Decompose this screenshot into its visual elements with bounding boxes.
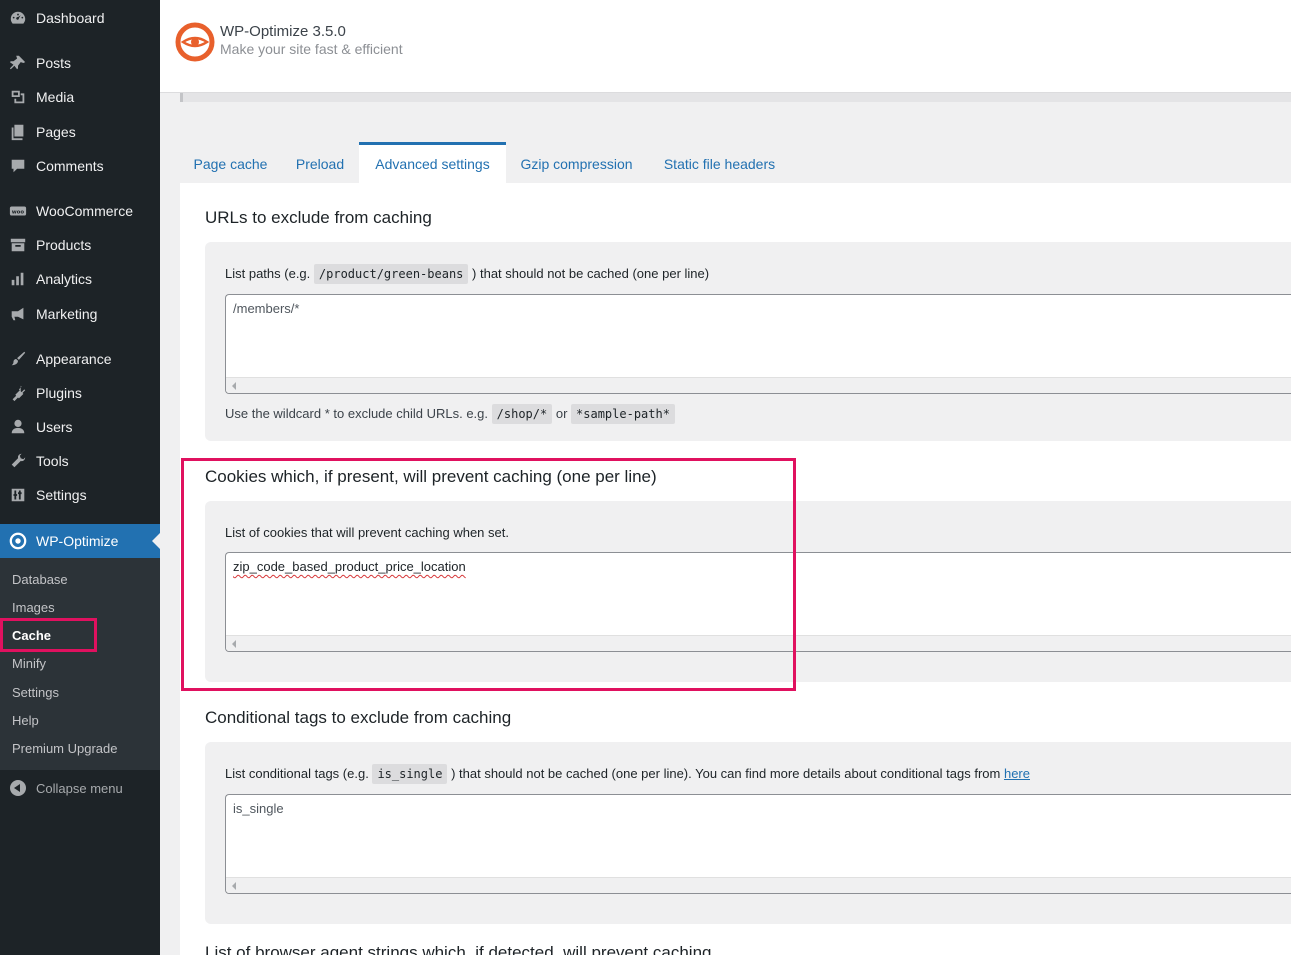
tab-page-cache[interactable]: Page cache bbox=[180, 142, 281, 183]
svg-text:woo: woo bbox=[12, 210, 25, 216]
conditional-tags-section-title: Conditional tags to exclude from caching bbox=[205, 708, 512, 727]
sidebar-item-dashboard[interactable]: Dashboard bbox=[0, 1, 160, 35]
sidebar-item-label: Dashboard bbox=[36, 10, 105, 26]
hint-or: or bbox=[555, 406, 568, 421]
conditional-horizontal-scrollbar[interactable] bbox=[226, 877, 1291, 893]
sidebar-item-label: Tools bbox=[36, 453, 69, 469]
tab-advanced-settings[interactable]: Advanced settings bbox=[359, 142, 506, 183]
paintbrush-icon bbox=[0, 350, 36, 368]
sidebar-item-media[interactable]: Media bbox=[0, 80, 160, 114]
conditional-tags-docs-link[interactable]: here bbox=[1004, 766, 1030, 781]
sidebar-item-wp-optimize[interactable]: WP-Optimize bbox=[0, 524, 160, 558]
urls-label-suffix: ) that should not be cached (one per lin… bbox=[472, 266, 710, 281]
conditional-tags-settings-box: List conditional tags (e.g. is_single ) … bbox=[205, 742, 1291, 924]
sidebar-item-label: Plugins bbox=[36, 385, 82, 401]
tab-preload[interactable]: Preload bbox=[281, 142, 359, 183]
bar-chart-icon bbox=[0, 270, 36, 288]
sidebar-item-marketing[interactable]: Marketing bbox=[0, 297, 160, 331]
submenu-item-premium-upgrade[interactable]: Premium Upgrade bbox=[12, 741, 118, 756]
hint-example-shop: /shop/* bbox=[491, 404, 553, 424]
hint-prefix: Use the wildcard * to exclude child URLs… bbox=[225, 406, 489, 421]
sidebar-item-label: Appearance bbox=[36, 351, 112, 367]
urls-settings-box: List paths (e.g. /product/green-beans ) … bbox=[205, 242, 1291, 441]
megaphone-icon bbox=[0, 305, 36, 323]
collapse-arrow-icon bbox=[0, 780, 36, 796]
sidebar-item-label: WP-Optimize bbox=[36, 533, 119, 549]
scroll-left-icon bbox=[232, 882, 236, 890]
sidebar-item-label: Posts bbox=[36, 55, 72, 71]
cache-highlight-frame bbox=[0, 618, 97, 652]
submenu-item-settings[interactable]: Settings bbox=[12, 685, 59, 700]
collapse-menu-button[interactable]: Collapse menu bbox=[0, 776, 160, 800]
admin-sidebar: Dashboard Posts Media Pages Comments woo… bbox=[0, 0, 160, 955]
cache-tabs: Page cache Preload Advanced settings Gzi… bbox=[180, 142, 1291, 183]
current-menu-arrow bbox=[152, 533, 160, 549]
plugin-title: WP-Optimize 3.5.0 bbox=[220, 23, 346, 40]
urls-field-label: List paths (e.g. /product/green-beans ) … bbox=[225, 264, 710, 284]
sidebar-item-label: Settings bbox=[36, 487, 87, 503]
sidebar-item-label: WooCommerce bbox=[36, 203, 133, 219]
plugin-icon bbox=[0, 384, 36, 402]
conditional-label-suffix: ) that should not be cached (one per lin… bbox=[451, 766, 1001, 781]
sidebar-item-label: Products bbox=[36, 237, 92, 253]
plugin-header: WP-Optimize 3.5.0 Make your site fast & … bbox=[160, 0, 1291, 93]
pin-icon bbox=[0, 54, 36, 72]
wp-optimize-submenu: Database Images Cache Minify Settings He… bbox=[0, 558, 160, 770]
sidebar-item-label: Users bbox=[36, 419, 73, 435]
urls-textarea-value: /members/* bbox=[233, 301, 300, 316]
scroll-left-icon bbox=[232, 382, 236, 390]
hint-example-sample-path: *sample-path* bbox=[571, 404, 675, 424]
conditional-example-code: is_single bbox=[372, 764, 448, 784]
sidebar-item-label: Marketing bbox=[36, 306, 98, 322]
sidebar-item-label: Comments bbox=[36, 158, 104, 174]
wp-optimize-logo bbox=[175, 22, 215, 62]
sidebar-item-plugins[interactable]: Plugins bbox=[0, 376, 160, 410]
tab-gzip-compression[interactable]: Gzip compression bbox=[506, 142, 647, 183]
submenu-item-database[interactable]: Database bbox=[12, 572, 68, 587]
wrench-icon bbox=[0, 452, 36, 470]
sliders-icon bbox=[0, 486, 36, 504]
submenu-item-images[interactable]: Images bbox=[12, 600, 55, 615]
conditional-label-prefix: List conditional tags (e.g. bbox=[225, 766, 369, 781]
conditional-tags-field-label: List conditional tags (e.g. is_single ) … bbox=[225, 764, 1030, 784]
sidebar-item-users[interactable]: Users bbox=[0, 410, 160, 444]
wp-optimize-icon bbox=[0, 532, 36, 550]
media-icon bbox=[0, 88, 36, 106]
users-icon bbox=[0, 418, 36, 436]
sidebar-item-comments[interactable]: Comments bbox=[0, 149, 160, 183]
collapse-menu-label: Collapse menu bbox=[36, 780, 123, 796]
tab-static-file-headers[interactable]: Static file headers bbox=[647, 142, 792, 183]
sidebar-item-label: Media bbox=[36, 89, 75, 105]
sidebar-item-pages[interactable]: Pages bbox=[0, 115, 160, 149]
sidebar-item-label: Pages bbox=[36, 124, 76, 140]
urls-wildcard-hint: Use the wildcard * to exclude child URLs… bbox=[225, 404, 675, 424]
urls-label-prefix: List paths (e.g. bbox=[225, 266, 311, 281]
urls-horizontal-scrollbar[interactable] bbox=[226, 377, 1291, 393]
urls-example-code: /product/green-beans bbox=[313, 264, 469, 284]
dashboard-icon bbox=[0, 9, 36, 27]
sidebar-item-products[interactable]: Products bbox=[0, 228, 160, 262]
sidebar-item-settings[interactable]: Settings bbox=[0, 478, 160, 512]
cookies-highlight-frame bbox=[181, 458, 796, 691]
sidebar-item-posts[interactable]: Posts bbox=[0, 46, 160, 80]
sidebar-item-appearance[interactable]: Appearance bbox=[0, 342, 160, 376]
pages-icon bbox=[0, 123, 36, 141]
sidebar-item-label: Analytics bbox=[36, 271, 93, 287]
plugin-subtitle: Make your site fast & efficient bbox=[220, 41, 403, 57]
submenu-item-help[interactable]: Help bbox=[12, 713, 39, 728]
comments-icon bbox=[0, 157, 36, 175]
conditional-tags-textarea[interactable]: is_single bbox=[225, 794, 1291, 894]
sidebar-item-woocommerce[interactable]: woo WooCommerce bbox=[0, 194, 160, 228]
urls-exclude-textarea[interactable]: /members/* bbox=[225, 294, 1291, 394]
submenu-item-minify[interactable]: Minify bbox=[12, 656, 46, 671]
sidebar-item-analytics[interactable]: Analytics bbox=[0, 262, 160, 296]
archive-icon bbox=[0, 236, 36, 254]
urls-section-title: URLs to exclude from caching bbox=[205, 208, 432, 227]
conditional-textarea-value: is_single bbox=[233, 801, 284, 816]
browser-agents-section-title: List of browser agent strings which, if … bbox=[205, 943, 712, 955]
sidebar-item-tools[interactable]: Tools bbox=[0, 444, 160, 478]
woo-icon: woo bbox=[0, 202, 36, 220]
header-divider bbox=[180, 93, 1291, 102]
